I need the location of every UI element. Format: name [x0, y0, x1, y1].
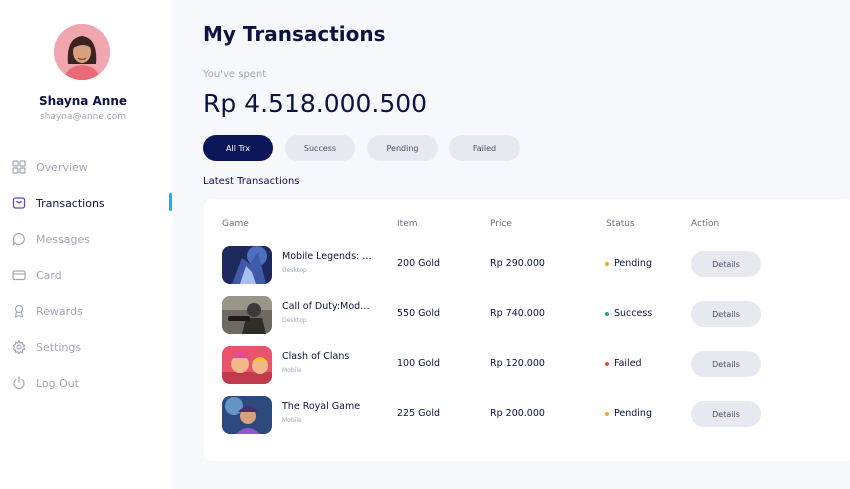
nav-label: Settings: [36, 340, 82, 354]
price-cell: Rp 290.000: [490, 258, 545, 269]
column-header-item: Item: [397, 219, 418, 229]
item-cell: 100 Gold: [397, 358, 440, 369]
item-cell: 225 Gold: [397, 408, 440, 419]
game-name: Mobile Legends: Bang Bang: [282, 251, 374, 262]
status-pending-dot: [605, 411, 609, 416]
avatar[interactable]: [54, 24, 110, 80]
messages-icon: [11, 232, 26, 247]
nav-label: Rewards: [36, 304, 83, 318]
spent-label: You've spent: [203, 69, 267, 80]
transactions-table: Game Item Price Status Action Mobile Leg…: [204, 199, 850, 461]
game-name: Call of Duty:Modern Warfare: [282, 301, 374, 312]
latest-transactions-title: Latest Transactions: [203, 176, 300, 187]
sidebar: Shayna Anne shayna@anne.com Overview Tra…: [0, 0, 172, 489]
page-title: My Transactions: [203, 22, 386, 46]
nav-item-rewards[interactable]: Rewards: [11, 301, 83, 321]
status-label: Pending: [614, 408, 652, 419]
details-button[interactable]: Details: [691, 301, 761, 327]
game-platform: Desktop: [282, 267, 307, 274]
user-email: shayna@anne.com: [40, 112, 126, 122]
nav-item-overview[interactable]: Overview: [11, 157, 88, 177]
filter-pending[interactable]: Pending: [367, 135, 438, 161]
card-icon: [11, 268, 26, 283]
status-label: Success: [614, 308, 653, 319]
nav-label: Messages: [36, 232, 90, 246]
status-failed-dot: [605, 361, 609, 366]
main-content: My Transactions You've spent Rp 4.518.00…: [172, 0, 850, 489]
price-cell: Rp 200.000: [490, 408, 545, 419]
status-label: Pending: [614, 258, 652, 269]
details-button[interactable]: Details: [691, 251, 761, 277]
details-button[interactable]: Details: [691, 351, 761, 377]
nav-item-transactions[interactable]: Transactions: [11, 193, 105, 213]
rewards-icon: [11, 304, 26, 319]
status-cell: Success: [605, 308, 652, 319]
filter-failed[interactable]: Failed: [449, 135, 520, 161]
game-name: The Royal Game: [282, 401, 361, 412]
table-row: Call of Duty:Modern Warfare Desktop 550 …: [204, 294, 850, 334]
user-name: Shayna Anne: [38, 94, 128, 108]
nav-item-messages[interactable]: Messages: [11, 229, 90, 249]
status-cell: Pending: [605, 408, 652, 419]
price-cell: Rp 120.000: [490, 358, 545, 369]
game-thumbnail: [222, 396, 272, 434]
item-cell: 200 Gold: [397, 258, 440, 269]
table-row: Mobile Legends: Bang Bang Desktop 200 Go…: [204, 244, 850, 284]
game-platform: Mobile: [282, 367, 302, 374]
status-label: Failed: [614, 358, 642, 369]
status-pending-dot: [605, 261, 609, 266]
game-thumbnail: [222, 246, 272, 284]
game-platform: Desktop: [282, 317, 307, 324]
spent-amount: Rp 4.518.000.500: [203, 89, 428, 118]
nav-label: Card: [36, 268, 62, 282]
game-name: Clash of Clans: [282, 351, 350, 362]
price-cell: Rp 740.000: [490, 308, 545, 319]
filter-success[interactable]: Success: [285, 135, 355, 161]
column-header-game: Game: [222, 219, 249, 229]
nav-label: Log Out: [36, 376, 80, 390]
game-platform: Mobile: [282, 417, 302, 424]
table-row: The Royal Game Mobile 225 Gold Rp 200.00…: [204, 394, 850, 434]
status-cell: Failed: [605, 358, 642, 369]
logout-icon: [11, 376, 26, 391]
filter-all-trx[interactable]: All Trx: [203, 135, 273, 161]
nav-label: Overview: [36, 160, 88, 174]
item-cell: 550 Gold: [397, 308, 440, 319]
transactions-icon: [11, 196, 26, 211]
nav-item-settings[interactable]: Settings: [11, 337, 81, 357]
nav-label: Transactions: [36, 196, 105, 210]
status-cell: Pending: [605, 258, 652, 269]
settings-icon: [11, 340, 26, 355]
nav-item-card[interactable]: Card: [11, 265, 62, 285]
column-header-price: Price: [490, 219, 512, 229]
details-button[interactable]: Details: [691, 401, 761, 427]
status-success-dot: [605, 311, 609, 316]
game-thumbnail: [222, 296, 272, 334]
table-row: Clash of Clans Mobile 100 Gold Rp 120.00…: [204, 344, 850, 384]
overview-icon: [11, 160, 26, 175]
column-header-status: Status: [606, 219, 635, 229]
nav-item-logout[interactable]: Log Out: [11, 373, 79, 393]
game-thumbnail: [222, 346, 272, 384]
column-header-action: Action: [691, 219, 720, 229]
